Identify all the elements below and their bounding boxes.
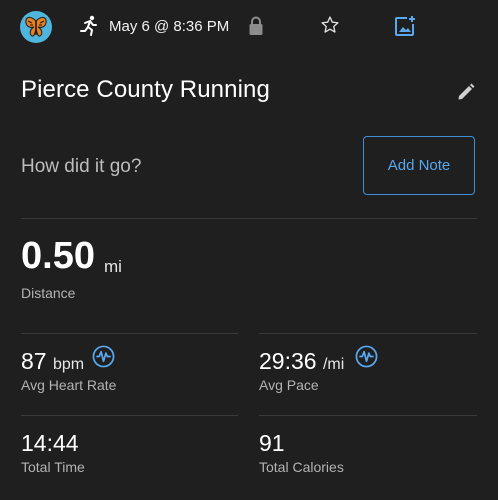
distance-value: 0.50 xyxy=(21,235,95,277)
distance-unit: mi xyxy=(104,257,122,276)
divider xyxy=(259,415,477,416)
divider xyxy=(21,218,477,219)
activity-header: May 6 @ 8:36 PM xyxy=(0,0,498,54)
divider xyxy=(259,333,477,334)
butterfly-icon xyxy=(25,16,47,37)
pace-unit: /mi xyxy=(322,356,345,373)
heart-rate-label: Avg Heart Rate xyxy=(21,377,117,393)
heart-rate-value: 87 xyxy=(21,348,47,374)
total-calories-label: Total Calories xyxy=(259,459,344,475)
edit-icon[interactable] xyxy=(456,82,476,102)
lock-icon[interactable] xyxy=(248,16,264,36)
heart-rate-chart-icon[interactable] xyxy=(92,345,115,368)
total-calories-value: 91 xyxy=(259,430,285,456)
add-note-button[interactable]: Add Note xyxy=(363,136,475,195)
star-icon[interactable] xyxy=(320,15,340,35)
heart-rate-unit: bpm xyxy=(52,356,85,373)
note-prompt: How did it go? xyxy=(21,156,142,177)
heart-rate-stat: 87 bpm xyxy=(21,348,84,375)
divider xyxy=(21,333,238,334)
total-time-label: Total Time xyxy=(21,459,85,475)
running-icon xyxy=(80,15,97,36)
distance-label: Distance xyxy=(21,285,76,301)
pace-chart-icon[interactable] xyxy=(355,345,378,368)
pace-value: 29:36 xyxy=(259,348,317,374)
pace-label: Avg Pace xyxy=(259,377,319,393)
add-photo-icon[interactable] xyxy=(394,15,416,37)
divider xyxy=(21,415,238,416)
total-time-value: 14:44 xyxy=(21,430,79,456)
avatar[interactable] xyxy=(20,11,52,43)
activity-date: May 6 @ 8:36 PM xyxy=(109,18,230,35)
pace-stat: 29:36 /mi xyxy=(259,348,344,375)
activity-title: Pierce County Running xyxy=(21,76,270,103)
